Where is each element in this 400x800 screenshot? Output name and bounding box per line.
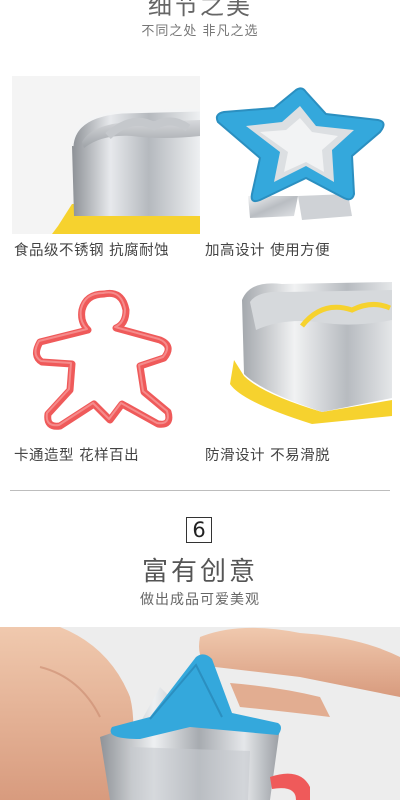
- section-title: 细节之美: [148, 0, 252, 20]
- steel-cutter-illustration: [12, 76, 200, 234]
- section-divider: [10, 490, 390, 491]
- feature-image-star: [202, 76, 392, 234]
- feature-caption-steel: 食品级不锈钢 抗腐耐蚀: [14, 243, 170, 259]
- gingerbread-cutter-illustration: [12, 280, 200, 440]
- section-subtitle: 不同之处 非凡之选: [141, 24, 259, 39]
- feature-caption-heart: 防滑设计 不易滑脱: [205, 448, 331, 464]
- section6-title: 富有创意: [141, 557, 258, 587]
- feature-caption-star: 加高设计 使用方便: [205, 243, 331, 259]
- section6-subtitle: 做出成品可爱美观: [140, 592, 260, 608]
- hands-holding-cutter-illustration: [0, 627, 400, 800]
- hands-cutter-photo: [0, 627, 400, 800]
- section-number: 6: [186, 517, 212, 543]
- heart-cutter-illustration: [202, 280, 392, 440]
- star-cutter-illustration: [202, 76, 392, 234]
- feature-caption-gingerbread: 卡通造型 花样百出: [14, 448, 140, 464]
- feature-image-gingerbread: [12, 280, 200, 440]
- feature-image-heart: [202, 280, 392, 440]
- feature-image-steel: [12, 76, 200, 234]
